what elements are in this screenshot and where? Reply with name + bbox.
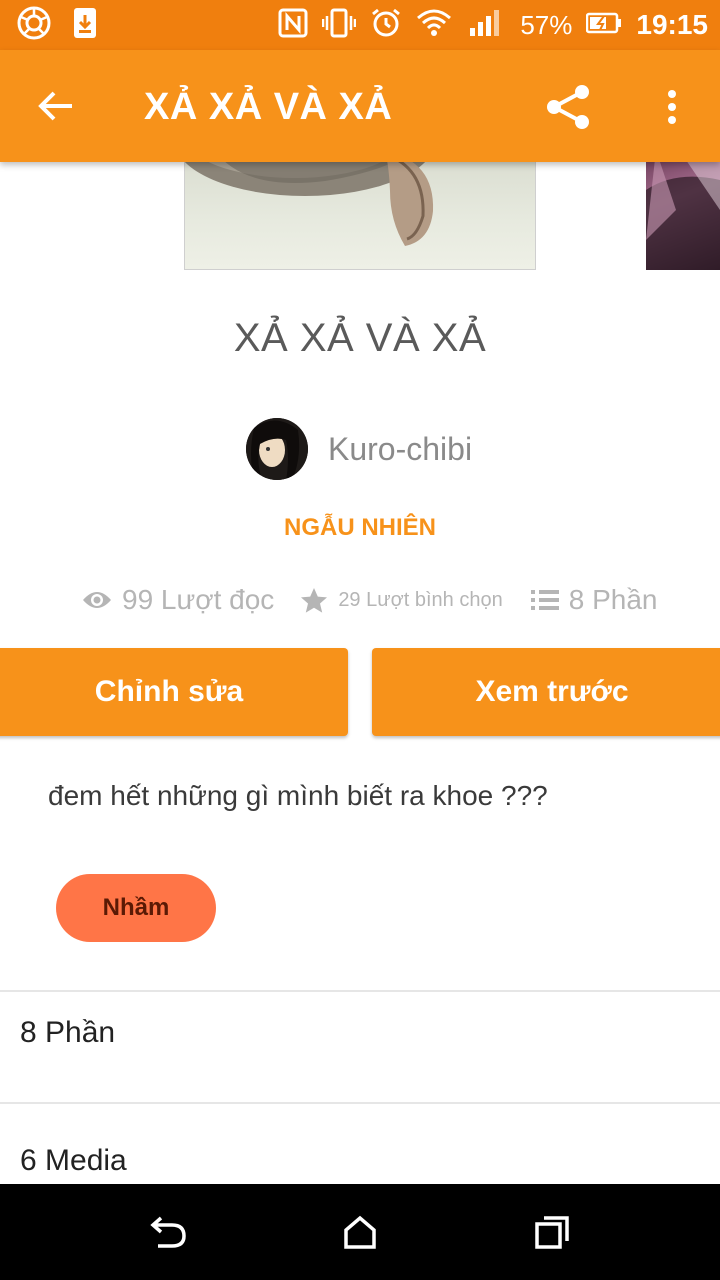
- nav-back-button[interactable]: [138, 1202, 198, 1262]
- alarm-icon: [370, 7, 402, 44]
- votes-stat: 29 Lượt bình chọn: [300, 587, 503, 614]
- status-time: 19:15: [636, 9, 708, 40]
- next-cover[interactable]: [646, 150, 720, 270]
- tag-chip[interactable]: Nhầm: [56, 874, 216, 942]
- parts-stat: 8 Phần: [530, 584, 658, 616]
- category-link[interactable]: NGẪU NHIÊN: [0, 514, 720, 542]
- share-button[interactable]: [540, 80, 596, 134]
- media-section[interactable]: 6 Media: [20, 1144, 127, 1178]
- avatar: [246, 418, 308, 480]
- undo-arrow-icon: [150, 1216, 186, 1248]
- divider: [0, 990, 720, 992]
- navigation-bar: [0, 1184, 720, 1280]
- story-title: XẢ XẢ VÀ XẢ: [233, 316, 487, 360]
- star-icon: [301, 587, 328, 613]
- edit-button[interactable]: Chỉnh sửa: [0, 648, 348, 736]
- nav-home-button[interactable]: [330, 1202, 390, 1262]
- reads-count: 99 Lượt đọc: [122, 584, 275, 615]
- list-icon: [530, 590, 559, 610]
- status-right: 57% 19:15: [264, 7, 708, 44]
- status-left: [16, 5, 118, 46]
- status-bar: 57% 19:15: [0, 0, 720, 50]
- nav-recents-button[interactable]: [522, 1202, 582, 1262]
- reads-stat: 99 Lượt đọc: [82, 584, 274, 616]
- app-bar-title: XẢ XẢ VÀ XẢ: [144, 86, 393, 128]
- app-bar: XẢ XẢ VÀ XẢ: [0, 50, 720, 162]
- recents-icon: [535, 1216, 569, 1249]
- votes-count: 29 Lượt bình chọn: [338, 588, 503, 611]
- app-icon: [16, 5, 52, 46]
- preview-button[interactable]: Xem trước: [372, 648, 720, 736]
- story-description: đem hết những gì mình biết ra khoe ???: [48, 780, 548, 811]
- signal-icon: [466, 8, 506, 43]
- author-name: Kuro-chibi: [328, 430, 473, 467]
- more-options-button[interactable]: [652, 80, 692, 134]
- author-link[interactable]: Kuro-chibi: [246, 418, 472, 480]
- eye-icon: [83, 592, 111, 608]
- battery-icon: [586, 12, 622, 39]
- vibrate-icon: [322, 8, 357, 43]
- home-icon: [344, 1215, 376, 1249]
- divider: [0, 1102, 720, 1104]
- share-icon: [547, 85, 589, 129]
- arrow-left-icon: [38, 91, 72, 121]
- download-icon: [72, 6, 98, 45]
- battery-percent: 57%: [520, 9, 573, 40]
- wifi-icon: [416, 8, 452, 43]
- parts-count: 8 Phần: [568, 584, 658, 615]
- parts-section[interactable]: 8 Phần: [20, 1016, 115, 1050]
- back-button[interactable]: [32, 82, 80, 130]
- anime-cover-image: [646, 150, 720, 270]
- story-cover[interactable]: [184, 150, 536, 270]
- nfc-icon: [278, 8, 308, 43]
- more-vertical-icon: [668, 90, 676, 124]
- screen: 57% 19:15 XẢ XẢ VÀ XẢ XẢ XẢ VÀ XẢ Kuro-c…: [0, 0, 720, 1280]
- cat-cover-image: [185, 151, 434, 246]
- story-stats: 99 Lượt đọc 29 Lượt bình chọn 8 Phần: [82, 580, 657, 620]
